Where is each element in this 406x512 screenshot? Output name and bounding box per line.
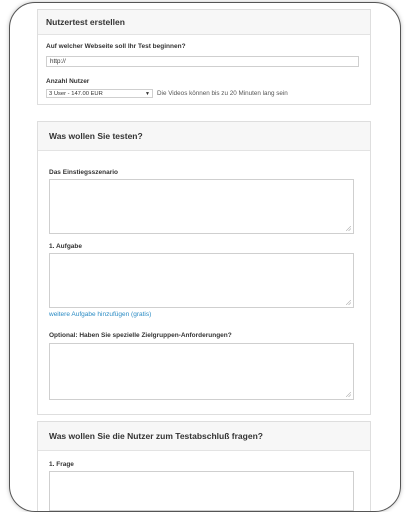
user-count-hint: Die Videos können bis zu 20 Minuten lang… xyxy=(157,90,288,97)
question-1-textarea[interactable] xyxy=(49,471,354,511)
scenario-textarea[interactable] xyxy=(49,179,354,234)
question-1-label: 1. Frage xyxy=(49,461,74,468)
user-count-selected: 3 User - 147.00 EUR xyxy=(49,91,103,97)
website-url-label: Auf welcher Webseite soll Ihr Test begin… xyxy=(46,43,186,50)
scenario-label: Das Einstiegsszenario xyxy=(49,169,118,176)
create-test-panel: Nutzertest erstellen Auf welcher Webseit… xyxy=(37,9,371,105)
resize-grip-icon[interactable] xyxy=(346,300,351,305)
user-count-select[interactable]: 3 User - 147.00 EUR ▼ xyxy=(46,89,153,98)
website-url-input[interactable]: http:// xyxy=(46,56,359,67)
resize-grip-icon[interactable] xyxy=(346,226,351,231)
user-count-label: Anzahl Nutzer xyxy=(46,78,90,85)
add-task-link[interactable]: weitere Aufgabe hinzufügen (gratis) xyxy=(49,311,151,318)
what-to-test-panel: Was wollen Sie testen? Das Einstiegsszen… xyxy=(37,121,371,415)
task-1-label: 1. Aufgabe xyxy=(49,243,82,250)
create-test-heading: Nutzertest erstellen xyxy=(38,10,370,35)
device-frame: Nutzertest erstellen Auf welcher Webseit… xyxy=(9,2,401,512)
target-group-textarea[interactable] xyxy=(49,343,354,400)
task-1-textarea[interactable] xyxy=(49,253,354,308)
what-to-test-heading: Was wollen Sie testen? xyxy=(38,122,370,151)
final-questions-panel: Was wollen Sie die Nutzer zum Testabschl… xyxy=(37,421,371,511)
resize-grip-icon[interactable] xyxy=(346,392,351,397)
chevron-down-icon: ▼ xyxy=(145,91,150,97)
final-questions-heading: Was wollen Sie die Nutzer zum Testabschl… xyxy=(38,422,370,451)
target-group-label: Optional: Haben Sie spezielle Zielgruppe… xyxy=(49,332,232,339)
